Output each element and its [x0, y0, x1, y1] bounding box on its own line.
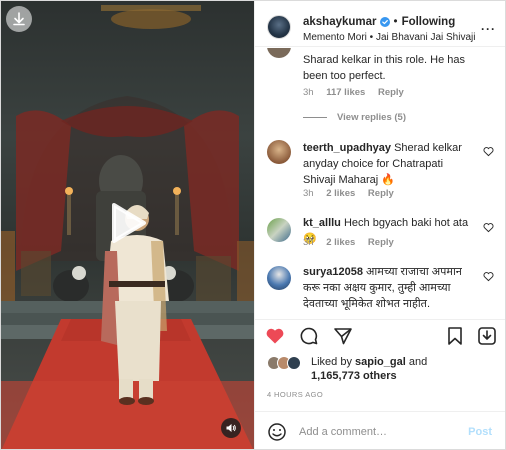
comment-time: 3h	[303, 188, 314, 199]
comment-meta: 3h 117 likes Reply	[303, 87, 414, 98]
comment-avatar[interactable]	[267, 266, 291, 290]
reply-button[interactable]: Reply	[368, 237, 394, 248]
likes-text: Liked by sapio_gal and 1,165,773 others	[311, 355, 427, 383]
post-button[interactable]: Post	[468, 426, 492, 438]
download-button[interactable]	[6, 6, 32, 32]
comment-likes[interactable]: 2 likes	[326, 188, 355, 199]
volume-button[interactable]	[221, 418, 241, 438]
more-icon: ···	[481, 22, 496, 36]
post-modal: akshaykumar • Following Memento Mori • J…	[0, 0, 506, 450]
post-header: akshaykumar • Following Memento Mori • J…	[255, 1, 505, 47]
author-line: akshaykumar • Following	[303, 16, 455, 28]
comment-username[interactable]: kt_alllu	[303, 217, 341, 229]
following-button[interactable]: Following	[402, 16, 456, 28]
liker-avatar[interactable]	[287, 356, 301, 370]
liked-by-user[interactable]: sapio_gal	[355, 356, 406, 368]
action-bar	[255, 319, 505, 349]
replies-divider	[303, 117, 327, 118]
comment-time: 3h	[303, 87, 314, 98]
comment-icon[interactable]	[299, 326, 319, 346]
heart-icon[interactable]	[483, 271, 494, 282]
comment-body: surya12058 आमच्या राजाचा अपमान करू नका अ…	[303, 264, 477, 312]
separator-dot: •	[393, 16, 398, 28]
likes-summary: Liked by sapio_gal and 1,165,773 others	[267, 354, 502, 382]
view-replies-label: View replies (5)	[337, 112, 406, 123]
audio-link[interactable]: Memento Mori • Jai Bhavani Jai Shivaji	[303, 32, 475, 43]
post-sidebar: akshaykumar • Following Memento Mori • J…	[254, 1, 505, 449]
comment-likes[interactable]: 2 likes	[326, 237, 355, 248]
comment-avatar[interactable]	[267, 218, 291, 242]
comment-meta: 3h 2 likes Reply	[303, 237, 404, 248]
liked-by-prefix: Liked by	[311, 356, 352, 368]
comment-text: Sharad kelkar in this role. He has been …	[303, 54, 466, 82]
comment-avatar[interactable]	[267, 140, 291, 164]
reply-button[interactable]: Reply	[378, 87, 404, 98]
heart-icon[interactable]	[483, 222, 494, 233]
view-replies-button[interactable]: View replies (5)	[303, 112, 406, 123]
comment-avatar[interactable]	[267, 48, 291, 58]
liked-by-and: and	[408, 356, 428, 368]
comment-time: 3h	[303, 237, 314, 248]
emoji-icon[interactable]	[267, 422, 287, 442]
more-options-button[interactable]: ···	[481, 22, 496, 36]
bookmark-icon[interactable]	[445, 326, 465, 346]
volume-icon	[226, 424, 236, 432]
comment-body: teerth_upadhyay Sherad kelkar anyday cho…	[303, 140, 477, 188]
comment-username[interactable]: teerth_upadhyay	[303, 142, 391, 154]
play-button[interactable]	[102, 199, 150, 247]
comment-likes[interactable]: 117 likes	[326, 87, 365, 98]
likes-count[interactable]: 1,165,773 others	[311, 370, 397, 382]
comment-input[interactable]	[299, 423, 459, 441]
heart-icon[interactable]	[483, 146, 494, 157]
video-player[interactable]	[1, 1, 254, 449]
post-timestamp[interactable]: 4 HOURS AGO	[267, 390, 323, 399]
author-avatar[interactable]	[267, 15, 291, 39]
author-username[interactable]: akshaykumar	[303, 16, 377, 28]
download-icon[interactable]	[477, 326, 497, 346]
comment-meta: 3h 2 likes Reply	[303, 188, 404, 199]
verified-badge-icon	[379, 17, 390, 27]
play-icon	[112, 203, 146, 243]
comment-username[interactable]: surya12058	[303, 266, 363, 278]
download-icon	[13, 12, 25, 26]
heart-icon[interactable]	[265, 326, 285, 346]
share-icon[interactable]	[333, 326, 353, 346]
add-comment-bar: Post	[255, 411, 505, 449]
comments-list: Sharad kelkar in this role. He has been …	[255, 48, 505, 316]
reply-button[interactable]: Reply	[368, 188, 394, 199]
